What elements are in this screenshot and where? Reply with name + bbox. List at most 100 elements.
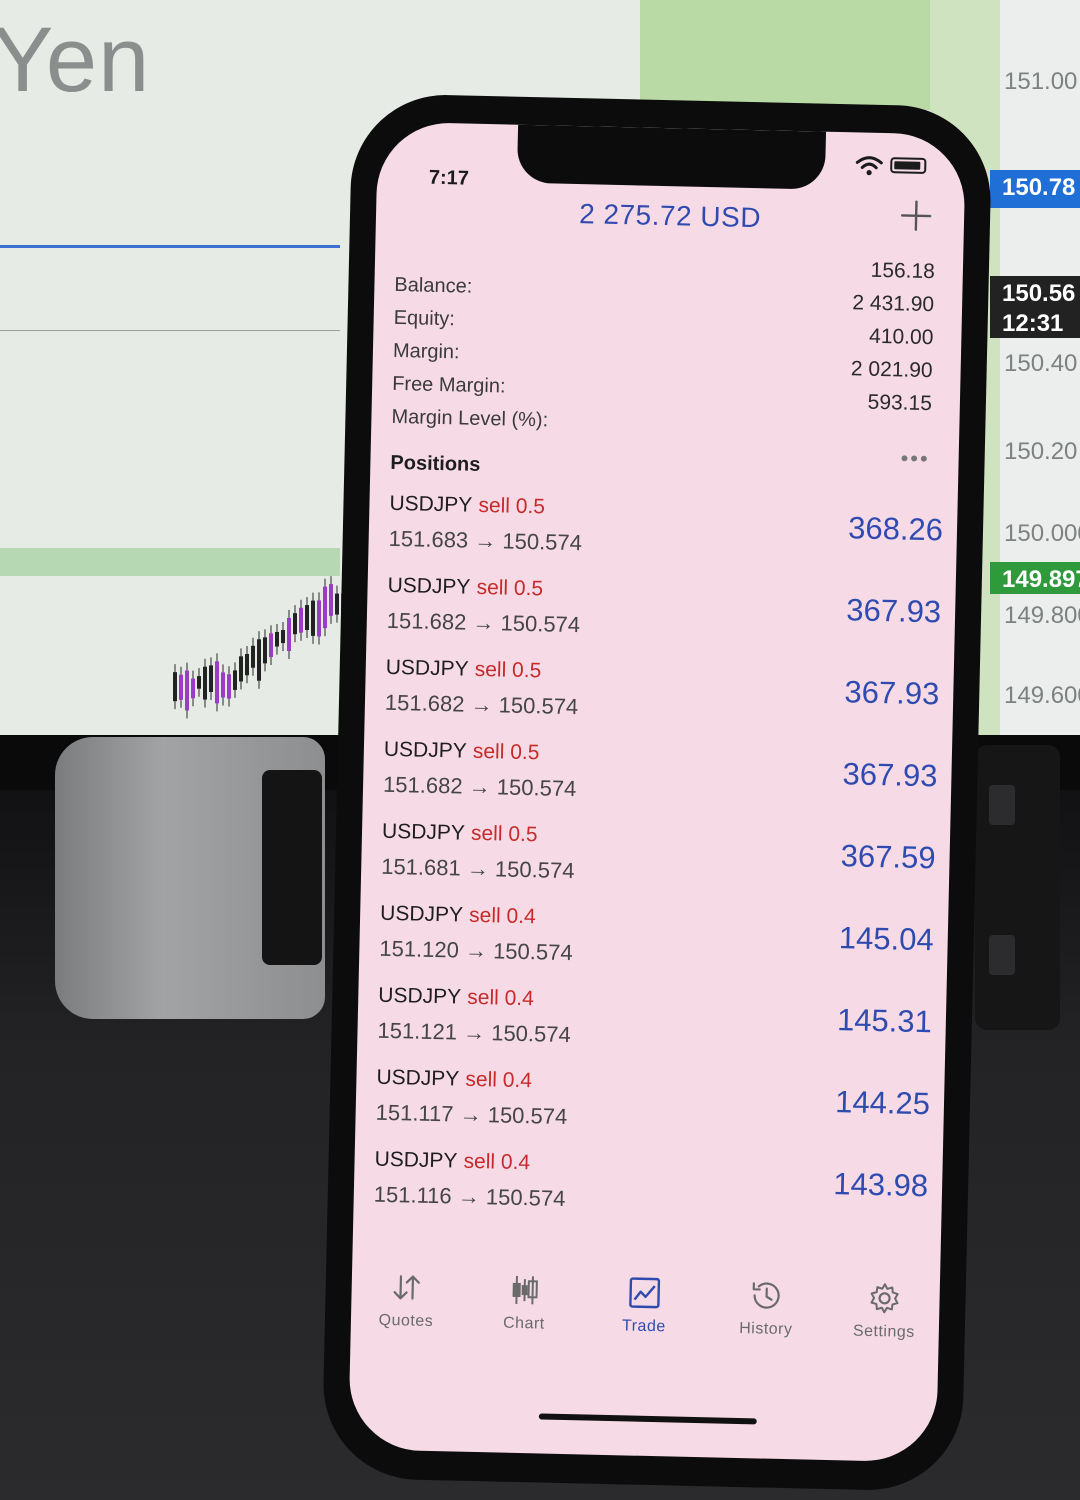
background-candle-body [287,617,291,652]
background-candle-body [251,645,255,668]
position-prices: 151.681 → 150.574 [380,853,575,884]
home-indicator[interactable] [538,1413,757,1425]
margin-value: 410.00 [868,324,934,350]
position-symbol: USDJPY [374,1147,458,1173]
position-type: sell 0.4 [467,985,535,1011]
position-row[interactable]: USDJPY sell 0.5 151.681 → 150.574 367.59 [360,819,950,914]
background-candle-body [233,670,237,690]
background-candle-body [323,586,327,629]
position-profit: 368.26 [847,510,944,548]
price-axis-label: 149.600 [1004,682,1080,709]
background-candle-body [293,613,297,635]
price-axis-label: 150.40 [1004,350,1078,377]
position-prices: 151.116 → 150.574 [373,1181,566,1212]
position-profit: 367.93 [845,592,942,630]
tab-settings[interactable]: Settings [828,1280,940,1372]
background-candle-body [191,678,195,699]
position-symbol: USDJPY [379,901,464,927]
position-row[interactable]: USDJPY sell 0.5 151.682 → 150.574 367.93 [362,737,952,832]
tab-trade[interactable]: Trade [588,1275,700,1367]
free-margin-value: 2 021.90 [850,357,933,383]
background-candle-body [209,665,213,692]
gear-icon [870,1283,899,1314]
background-candle-body [311,600,315,636]
background-candle-body [203,666,207,700]
tab-label: Trade [621,1317,666,1336]
position-profit: 367.93 [844,674,940,712]
background-candle-body [179,674,183,700]
margin-level-value: 593.15 [867,390,933,416]
position-prices: 151.682 → 150.574 [384,689,579,720]
position-row[interactable]: USDJPY sell 0.4 151.120 → 150.574 145.04 [359,901,949,996]
position-type: sell 0.5 [472,739,540,765]
tab-label: History [739,1320,793,1339]
background-candle-body [257,639,261,681]
position-row[interactable]: USDJPY sell 0.5 151.682 → 150.574 367.93 [364,655,954,750]
background-candle-body [335,593,339,615]
position-profit: 367.59 [840,838,936,876]
position-row[interactable]: USDJPY sell 0.4 151.117 → 150.574 144.25 [355,1065,945,1160]
status-time: 7:17 [428,166,470,190]
price-axis-label: 151.00 [1004,68,1078,95]
position-symbol: USDJPY [381,819,466,845]
background-candle-body [197,676,201,689]
background-candle-body [281,630,285,644]
position-symbol: USDJPY [376,1065,460,1091]
position-row[interactable]: USDJPY sell 0.4 151.121 → 150.574 145.31 [357,983,947,1078]
background-candle-body [221,672,225,698]
position-row[interactable]: USDJPY sell 0.4 151.116 → 150.574 143.98 [353,1147,943,1242]
position-profit: 143.98 [832,1166,929,1204]
position-prices: 151.121 → 150.574 [377,1017,572,1048]
tab-quotes[interactable]: Quotes [350,1269,462,1361]
background-candle-body [269,633,273,658]
position-row[interactable]: USDJPY sell 0.5 151.682 → 150.574 367.93 [366,573,956,668]
background-candle-body [227,674,231,699]
position-prices: 151.683 → 150.574 [388,525,583,556]
ellipsis-icon[interactable]: ••• [900,445,930,472]
background-candle-body [299,607,303,633]
position-symbol: USDJPY [385,655,469,681]
background-candle-body [263,637,267,664]
total-profit: 2 275.72 USD [578,198,762,234]
background-candle-body [173,672,177,702]
position-symbol: USDJPY [387,573,471,599]
position-profit: 145.04 [838,920,935,958]
tab-chart[interactable]: Chart [468,1272,580,1364]
wifi-icon [855,156,883,176]
phone-holder-clamp [262,770,322,965]
background-candle-body [245,654,249,676]
phone-device: 7:17 2 275.72 USD 156.18 Balance: 2 431.… [321,92,993,1493]
price-axis-label: 150.20 [1004,438,1078,465]
position-profit: 367.93 [842,756,938,794]
plus-icon[interactable] [896,195,937,236]
position-type: sell 0.4 [463,1149,531,1175]
price-tag-current: 150.78 [990,170,1080,208]
positions-header: Positions [390,451,481,476]
position-symbol: USDJPY [383,737,468,763]
position-type: sell 0.5 [478,493,546,519]
phone-screen: 7:17 2 275.72 USD 156.18 Balance: 2 431.… [348,121,967,1463]
holder-slot [989,785,1015,825]
position-symbol: USDJPY [378,983,462,1009]
battery-icon [890,157,927,174]
background-candle-body [215,661,219,704]
position-row[interactable]: USDJPY sell 0.5 151.683 → 150.574 368.26 [368,491,958,586]
position-type: sell 0.4 [465,1067,533,1093]
position-profit: 144.25 [834,1084,931,1122]
tab-label: Chart [502,1314,545,1333]
price-tag-green: 149.897 [990,562,1080,594]
position-type: sell 0.5 [474,657,542,683]
tab-label: Quotes [378,1311,434,1331]
background-candle-body [317,600,321,637]
position-prices: 151.682 → 150.574 [386,607,581,638]
position-prices: 151.682 → 150.574 [382,771,577,802]
margin-level-label: Margin Level (%): [391,405,549,432]
tab-label: Settings [852,1322,915,1341]
price-axis-label: 149.800 [1004,602,1080,629]
background-candle-body [329,584,333,616]
position-prices: 151.117 → 150.574 [375,1099,568,1130]
position-type: sell 0.5 [470,821,538,847]
position-profit: 145.31 [836,1002,933,1040]
tab-history[interactable]: History [710,1277,822,1369]
background-candle-body [185,670,189,711]
